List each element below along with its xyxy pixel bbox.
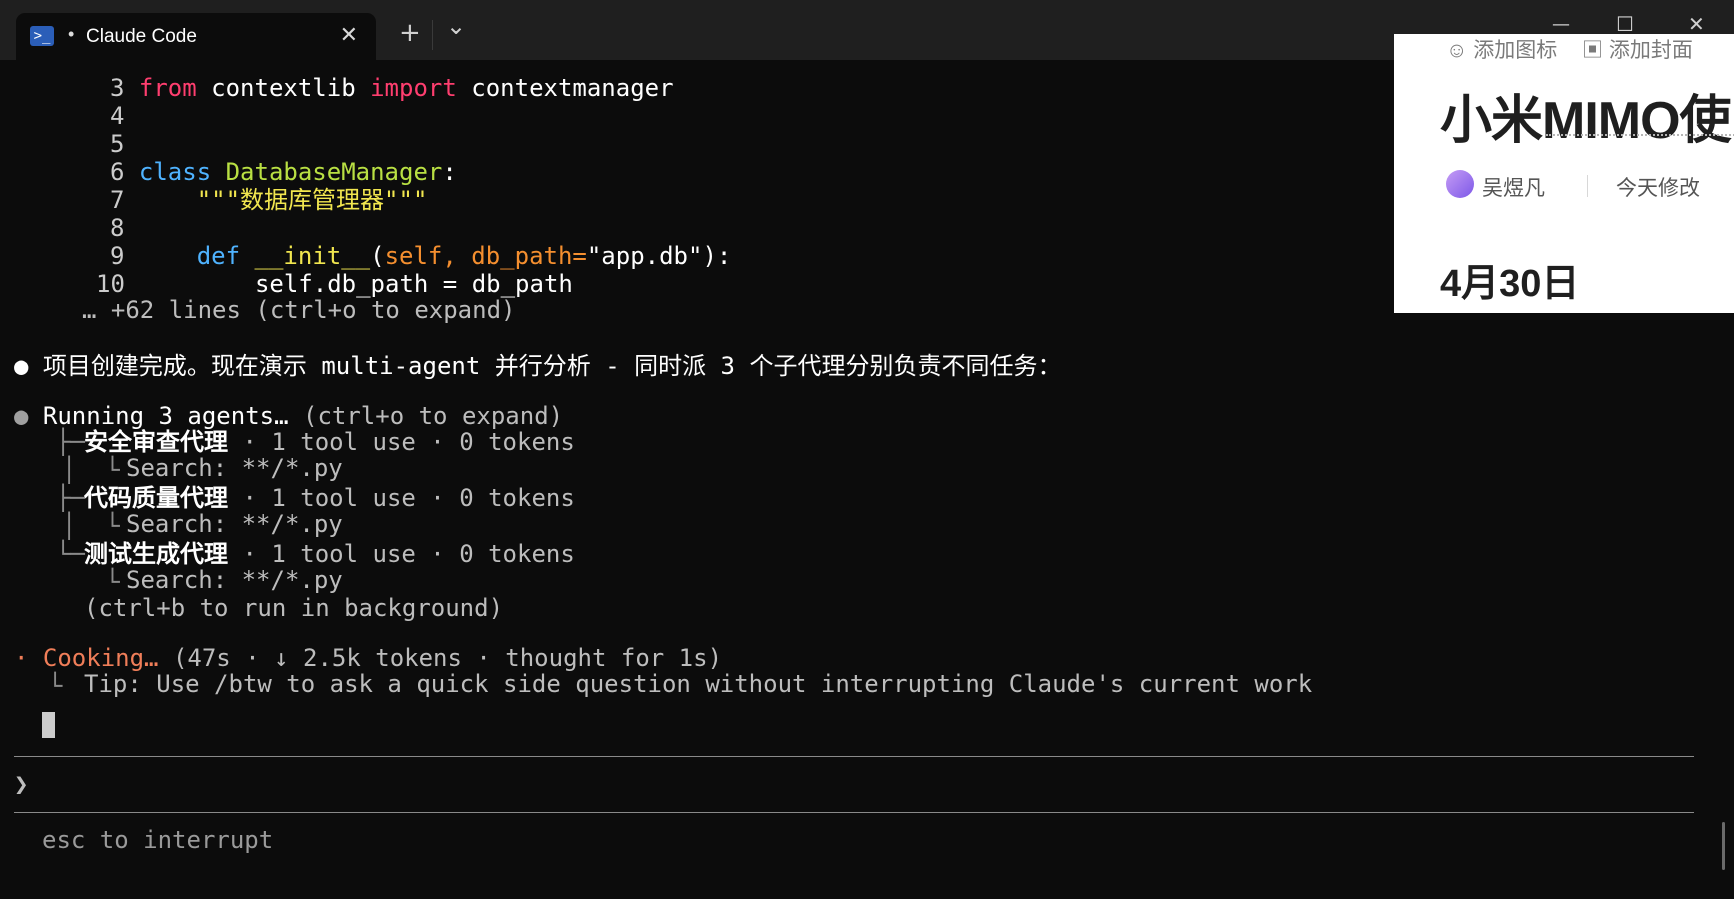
tab-modified-dot: • xyxy=(68,24,75,44)
code-line: 8 xyxy=(110,214,125,242)
status-tip: Tip: Use /btw to ask a quick side questi… xyxy=(84,670,1313,698)
code-line: 6 class DatabaseManager: xyxy=(110,158,457,186)
code-line: 7 """数据库管理器""" xyxy=(110,186,428,214)
agent-row: 代码质量代理 · 1 tool use · 0 tokens xyxy=(84,484,575,512)
maximize-button[interactable]: ☐ xyxy=(1616,12,1634,36)
tree-connector: │ └ xyxy=(62,512,120,540)
agent-detail: Search: **/*.py xyxy=(126,454,343,482)
tree-connector: ├─ xyxy=(56,428,85,456)
author-avatar[interactable] xyxy=(1446,170,1474,198)
note-author[interactable]: 吴煜凡 xyxy=(1482,172,1545,202)
tree-connector: └─ xyxy=(56,540,85,568)
title-bar-divider xyxy=(432,20,433,50)
code-line: 3 from contextlib import contextmanager xyxy=(110,74,674,102)
note-window[interactable]: ☺ 添加图标 ▣ 添加封面 小米MIMO使 吴煜凡 今天修改 4月30日 xyxy=(1394,34,1734,313)
date-heading[interactable]: 4月30日 xyxy=(1440,252,1579,307)
code-more-lines[interactable]: … +62 lines (ctrl+o to expand) xyxy=(82,296,515,324)
prompt-cursor xyxy=(42,712,55,738)
add-icon-link[interactable]: ☺ 添加图标 xyxy=(1446,34,1557,64)
note-modified: 今天修改 xyxy=(1616,177,1700,200)
close-tab-icon[interactable]: ✕ xyxy=(340,23,358,48)
assistant-message: ● 项目创建完成。现在演示 multi-agent 并行分析 - 同时派 3 个… xyxy=(14,352,1062,380)
code-line: 10 self.db_path = db_path xyxy=(96,270,573,298)
title-spellcheck-underline xyxy=(1546,134,1734,136)
powershell-icon: >_ xyxy=(30,26,54,46)
prompt-bottom-border xyxy=(14,812,1694,813)
code-line: 5 xyxy=(110,130,125,158)
agent-row: 安全审查代理 · 1 tool use · 0 tokens xyxy=(84,428,575,456)
terminal-scrollbar[interactable] xyxy=(1722,822,1725,870)
note-title[interactable]: 小米MIMO使 xyxy=(1440,78,1732,153)
agents-bullet: ● xyxy=(14,402,29,430)
agent-detail: Search: **/*.py xyxy=(126,566,343,594)
add-cover-link[interactable]: ▣ 添加封面 xyxy=(1582,34,1693,64)
tree-connector: └ xyxy=(48,672,63,700)
footer-hint: esc to interrupt xyxy=(42,826,274,854)
new-tab-button[interactable]: + xyxy=(399,18,421,48)
tab-claude-code[interactable]: >_ • Claude Code ✕ xyxy=(16,13,376,60)
prompt-input[interactable] xyxy=(60,770,1660,798)
prompt-symbol: ❯ xyxy=(14,770,29,798)
meta-divider xyxy=(1587,175,1588,197)
code-line: 4 xyxy=(110,102,125,130)
tab-dropdown-button[interactable]: ⌄ xyxy=(446,12,466,40)
message-bullet: ● xyxy=(14,352,29,380)
minimize-button[interactable]: — xyxy=(1552,14,1570,35)
agent-row: 测试生成代理 · 1 tool use · 0 tokens xyxy=(84,540,575,568)
tab-title: Claude Code xyxy=(86,26,197,47)
code-line: 9 def __init__(self, db_path="app.db"): xyxy=(110,242,732,270)
status-line: · Cooking… (47s · ↓ 2.5k tokens · though… xyxy=(14,644,723,672)
close-window-button[interactable]: ✕ xyxy=(1688,12,1705,36)
tree-connector: └ xyxy=(62,568,120,596)
tree-connector: ├─ xyxy=(56,484,85,512)
agents-header[interactable]: ● Running 3 agents… (ctrl+o to expand) xyxy=(14,402,563,430)
prompt-top-border xyxy=(14,756,1694,757)
agent-detail: Search: **/*.py xyxy=(126,510,343,538)
background-hint: (ctrl+b to run in background) xyxy=(84,594,504,622)
status-bullet: · xyxy=(14,644,29,672)
tree-connector: │ └ xyxy=(62,456,120,484)
